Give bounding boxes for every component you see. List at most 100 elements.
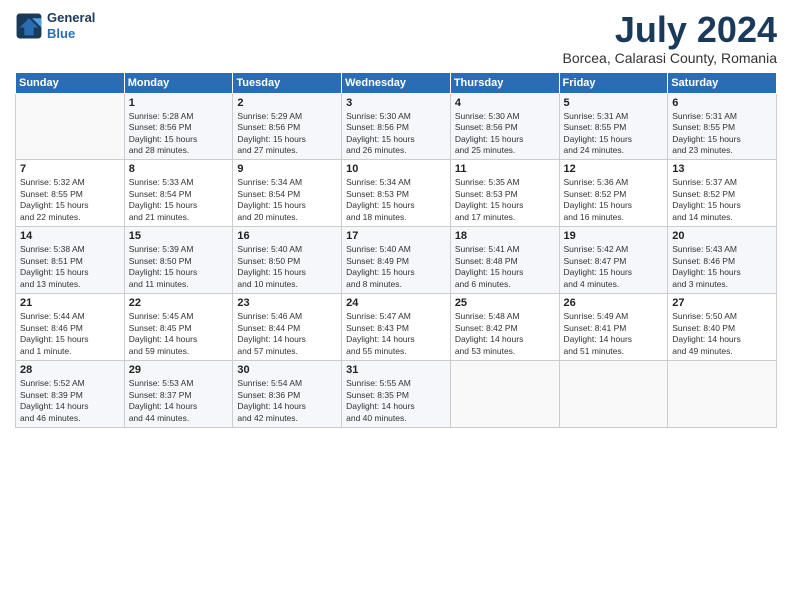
calendar-header: SundayMondayTuesdayWednesdayThursdayFrid…	[16, 72, 777, 93]
calendar-cell: 11 Sunrise: 5:35 AM Sunset: 8:53 PM Dayli…	[450, 160, 559, 227]
day-number: 4	[455, 97, 555, 109]
day-number: 18	[455, 230, 555, 242]
calendar-cell: 28 Sunrise: 5:52 AM Sunset: 8:39 PM Dayli…	[16, 361, 125, 428]
day-info: Sunrise: 5:35 AM Sunset: 8:53 PM Dayligh…	[455, 177, 555, 223]
calendar-cell	[16, 93, 125, 160]
calendar-cell: 2 Sunrise: 5:29 AM Sunset: 8:56 PM Daylig…	[233, 93, 342, 160]
day-number: 21	[20, 297, 120, 309]
day-number: 11	[455, 163, 555, 175]
calendar-cell	[668, 361, 777, 428]
calendar-cell: 25 Sunrise: 5:48 AM Sunset: 8:42 PM Dayli…	[450, 294, 559, 361]
day-info: Sunrise: 5:28 AM Sunset: 8:56 PM Dayligh…	[129, 111, 229, 157]
day-info: Sunrise: 5:52 AM Sunset: 8:39 PM Dayligh…	[20, 378, 120, 424]
day-number: 3	[346, 97, 446, 109]
day-number: 24	[346, 297, 446, 309]
day-number: 8	[129, 163, 229, 175]
day-info: Sunrise: 5:48 AM Sunset: 8:42 PM Dayligh…	[455, 311, 555, 357]
weekday-header-sunday: Sunday	[16, 72, 125, 93]
day-number: 19	[564, 230, 664, 242]
day-number: 5	[564, 97, 664, 109]
calendar-cell: 5 Sunrise: 5:31 AM Sunset: 8:55 PM Daylig…	[559, 93, 668, 160]
day-number: 31	[346, 364, 446, 376]
subtitle: Borcea, Calarasi County, Romania	[562, 50, 777, 66]
calendar-body: 1 Sunrise: 5:28 AM Sunset: 8:56 PM Daylig…	[16, 93, 777, 427]
day-info: Sunrise: 5:32 AM Sunset: 8:55 PM Dayligh…	[20, 177, 120, 223]
day-info: Sunrise: 5:34 AM Sunset: 8:54 PM Dayligh…	[237, 177, 337, 223]
calendar-cell: 27 Sunrise: 5:50 AM Sunset: 8:40 PM Dayli…	[668, 294, 777, 361]
day-info: Sunrise: 5:39 AM Sunset: 8:50 PM Dayligh…	[129, 244, 229, 290]
weekday-row: SundayMondayTuesdayWednesdayThursdayFrid…	[16, 72, 777, 93]
header: General Blue July 2024 Borcea, Calarasi …	[15, 10, 777, 66]
calendar-cell: 1 Sunrise: 5:28 AM Sunset: 8:56 PM Daylig…	[124, 93, 233, 160]
calendar-cell: 19Sunrise: 5:42 AM Sunset: 8:47 PM Dayli…	[559, 227, 668, 294]
calendar-cell: 15 Sunrise: 5:39 AM Sunset: 8:50 PM Dayli…	[124, 227, 233, 294]
calendar-week-4: 21 Sunrise: 5:44 AM Sunset: 8:46 PM Dayli…	[16, 294, 777, 361]
calendar-cell: 23Sunrise: 5:46 AM Sunset: 8:44 PM Dayli…	[233, 294, 342, 361]
day-number: 25	[455, 297, 555, 309]
day-number: 20	[672, 230, 772, 242]
day-info: Sunrise: 5:31 AM Sunset: 8:55 PM Dayligh…	[564, 111, 664, 157]
day-info: Sunrise: 5:45 AM Sunset: 8:45 PM Dayligh…	[129, 311, 229, 357]
day-info: Sunrise: 5:47 AM Sunset: 8:43 PM Dayligh…	[346, 311, 446, 357]
calendar-cell: 16 Sunrise: 5:40 AM Sunset: 8:50 PM Dayli…	[233, 227, 342, 294]
calendar-cell: 4 Sunrise: 5:30 AM Sunset: 8:56 PM Daylig…	[450, 93, 559, 160]
day-info: Sunrise: 5:50 AM Sunset: 8:40 PM Dayligh…	[672, 311, 772, 357]
calendar-cell: 6 Sunrise: 5:31 AM Sunset: 8:55 PM Daylig…	[668, 93, 777, 160]
calendar-cell: 18Sunrise: 5:41 AM Sunset: 8:48 PM Dayli…	[450, 227, 559, 294]
calendar-cell: 12 Sunrise: 5:36 AM Sunset: 8:52 PM Dayli…	[559, 160, 668, 227]
day-info: Sunrise: 5:40 AM Sunset: 8:49 PM Dayligh…	[346, 244, 446, 290]
calendar-week-3: 14Sunrise: 5:38 AM Sunset: 8:51 PM Dayli…	[16, 227, 777, 294]
weekday-header-friday: Friday	[559, 72, 668, 93]
calendar-cell: 31Sunrise: 5:55 AM Sunset: 8:35 PM Dayli…	[342, 361, 451, 428]
weekday-header-wednesday: Wednesday	[342, 72, 451, 93]
calendar-cell: 14Sunrise: 5:38 AM Sunset: 8:51 PM Dayli…	[16, 227, 125, 294]
calendar-week-2: 7 Sunrise: 5:32 AM Sunset: 8:55 PM Daylig…	[16, 160, 777, 227]
day-number: 1	[129, 97, 229, 109]
day-info: Sunrise: 5:46 AM Sunset: 8:44 PM Dayligh…	[237, 311, 337, 357]
calendar-cell	[559, 361, 668, 428]
logo-icon	[15, 12, 43, 40]
calendar-cell: 30 Sunrise: 5:54 AM Sunset: 8:36 PM Dayli…	[233, 361, 342, 428]
day-number: 22	[129, 297, 229, 309]
calendar-cell: 20Sunrise: 5:43 AM Sunset: 8:46 PM Dayli…	[668, 227, 777, 294]
calendar-cell	[450, 361, 559, 428]
day-number: 15	[129, 230, 229, 242]
day-number: 28	[20, 364, 120, 376]
calendar-table: SundayMondayTuesdayWednesdayThursdayFrid…	[15, 72, 777, 428]
day-info: Sunrise: 5:31 AM Sunset: 8:55 PM Dayligh…	[672, 111, 772, 157]
month-title: July 2024	[562, 10, 777, 50]
day-number: 2	[237, 97, 337, 109]
day-info: Sunrise: 5:40 AM Sunset: 8:50 PM Dayligh…	[237, 244, 337, 290]
calendar-cell: 26 Sunrise: 5:49 AM Sunset: 8:41 PM Dayli…	[559, 294, 668, 361]
day-number: 17	[346, 230, 446, 242]
calendar-page: General Blue July 2024 Borcea, Calarasi …	[0, 0, 792, 612]
day-info: Sunrise: 5:49 AM Sunset: 8:41 PM Dayligh…	[564, 311, 664, 357]
day-number: 10	[346, 163, 446, 175]
day-number: 7	[20, 163, 120, 175]
day-number: 26	[564, 297, 664, 309]
calendar-cell: 13Sunrise: 5:37 AM Sunset: 8:52 PM Dayli…	[668, 160, 777, 227]
day-info: Sunrise: 5:29 AM Sunset: 8:56 PM Dayligh…	[237, 111, 337, 157]
weekday-header-thursday: Thursday	[450, 72, 559, 93]
day-info: Sunrise: 5:36 AM Sunset: 8:52 PM Dayligh…	[564, 177, 664, 223]
day-info: Sunrise: 5:44 AM Sunset: 8:46 PM Dayligh…	[20, 311, 120, 357]
day-number: 12	[564, 163, 664, 175]
day-number: 30	[237, 364, 337, 376]
day-number: 6	[672, 97, 772, 109]
calendar-week-5: 28 Sunrise: 5:52 AM Sunset: 8:39 PM Dayli…	[16, 361, 777, 428]
day-info: Sunrise: 5:33 AM Sunset: 8:54 PM Dayligh…	[129, 177, 229, 223]
day-number: 16	[237, 230, 337, 242]
weekday-header-saturday: Saturday	[668, 72, 777, 93]
day-info: Sunrise: 5:54 AM Sunset: 8:36 PM Dayligh…	[237, 378, 337, 424]
calendar-cell: 9Sunrise: 5:34 AM Sunset: 8:54 PM Daylig…	[233, 160, 342, 227]
calendar-cell: 7 Sunrise: 5:32 AM Sunset: 8:55 PM Daylig…	[16, 160, 125, 227]
day-number: 27	[672, 297, 772, 309]
day-info: Sunrise: 5:37 AM Sunset: 8:52 PM Dayligh…	[672, 177, 772, 223]
weekday-header-monday: Monday	[124, 72, 233, 93]
day-info: Sunrise: 5:30 AM Sunset: 8:56 PM Dayligh…	[455, 111, 555, 157]
calendar-cell: 29Sunrise: 5:53 AM Sunset: 8:37 PM Dayli…	[124, 361, 233, 428]
calendar-cell: 3Sunrise: 5:30 AM Sunset: 8:56 PM Daylig…	[342, 93, 451, 160]
calendar-week-1: 1 Sunrise: 5:28 AM Sunset: 8:56 PM Daylig…	[16, 93, 777, 160]
logo-text: General Blue	[47, 10, 95, 41]
day-number: 14	[20, 230, 120, 242]
